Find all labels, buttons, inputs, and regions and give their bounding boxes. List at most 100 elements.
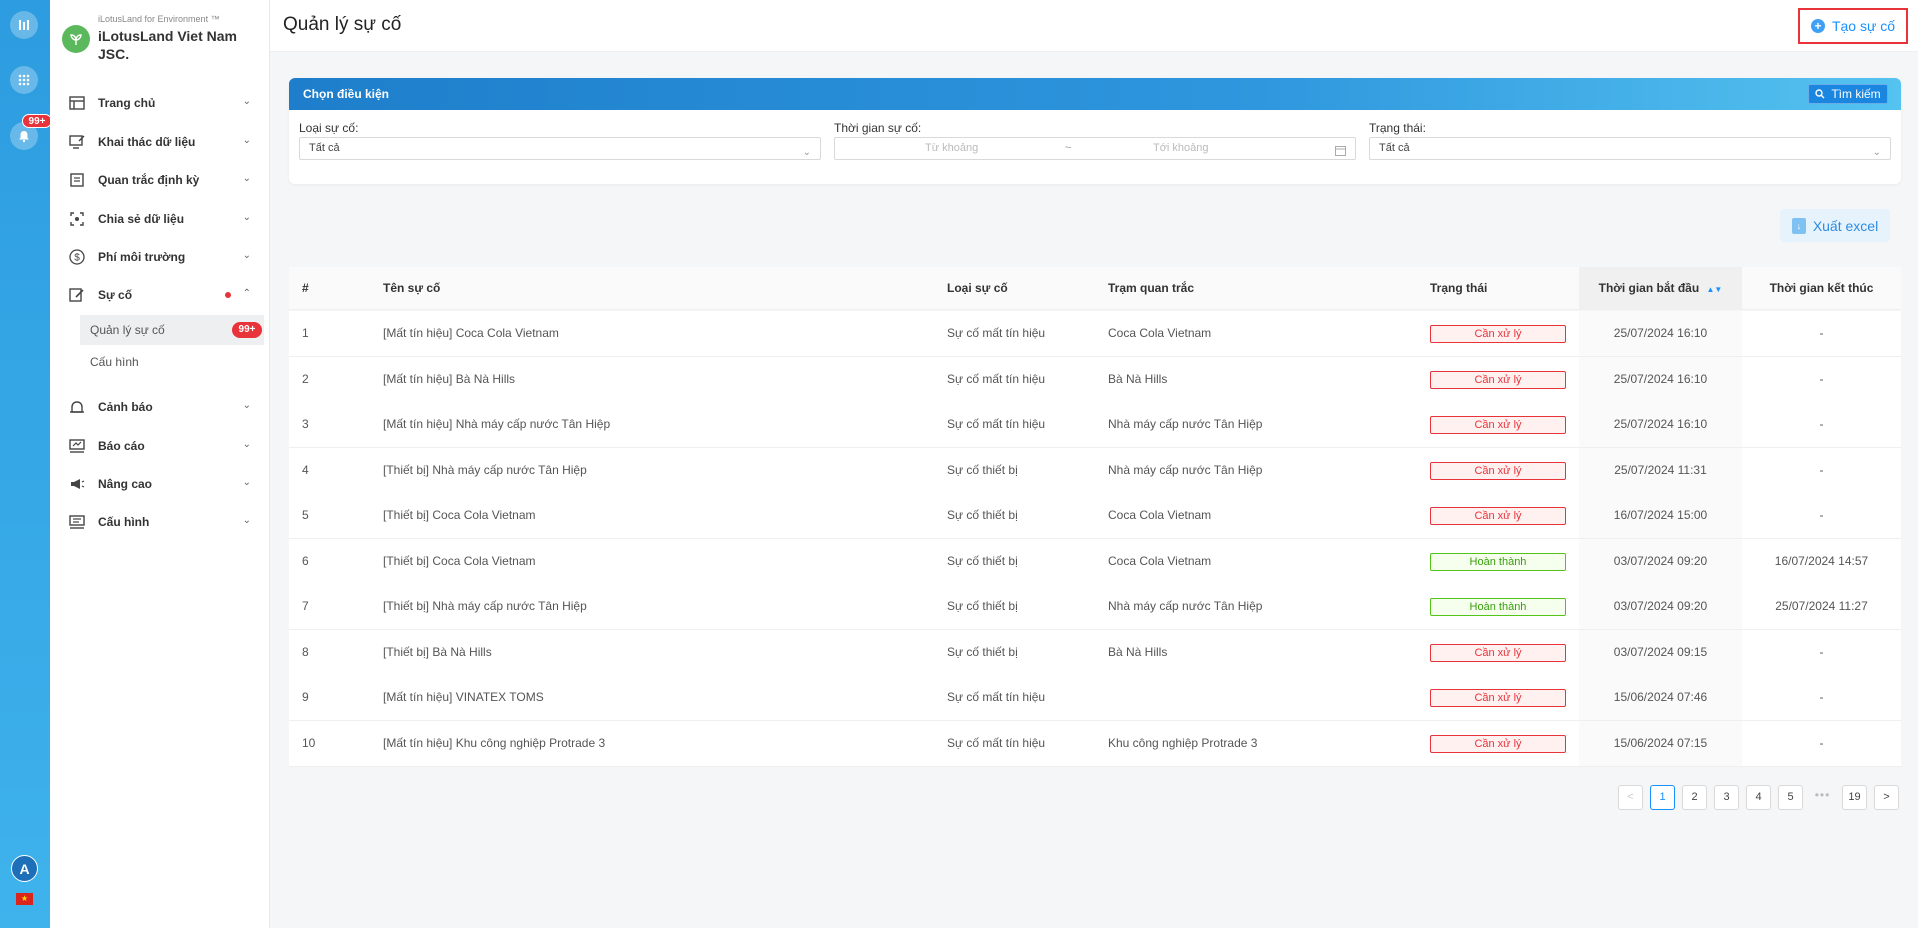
- pagination-page[interactable]: 5: [1778, 785, 1803, 810]
- chevron-down-icon: ⌄: [242, 135, 251, 146]
- filter-panel-header: Chọn điều kiện Tìm kiếm: [289, 78, 1901, 110]
- sidebar-item-home[interactable]: Trang chủ ⌄: [50, 85, 269, 121]
- pagination-page[interactable]: 19: [1842, 785, 1867, 810]
- chevron-down-icon: ⌄: [242, 173, 251, 184]
- cell-start-time: 03/07/2024 09:20: [1579, 538, 1742, 584]
- pagination-page[interactable]: 3: [1714, 785, 1739, 810]
- cell-end-time: 16/07/2024 14:57: [1774, 553, 1869, 568]
- sidebar-item-periodic-monitoring[interactable]: Quan trắc định kỳ ⌄: [50, 162, 269, 198]
- cell-incident-type: Sự cố thiết bị: [947, 599, 1018, 613]
- cell-end-time: -: [1819, 735, 1824, 750]
- status-badge: Cần xử lý: [1430, 734, 1566, 753]
- share-icon: [68, 210, 86, 228]
- sidebar-item-data-sharing[interactable]: Chia sẻ dữ liệu ⌄: [50, 201, 269, 237]
- cell-incident-type: Sự cố thiết bị: [947, 508, 1018, 522]
- table-row[interactable]: 3 [Mất tín hiệu] Nhà máy cấp nước Tân Hiệ…: [289, 402, 1901, 448]
- cell-status: Cần xử lý: [1430, 675, 1570, 720]
- create-incident-button[interactable]: + Tạo sự cố: [1798, 8, 1908, 44]
- cell-station: Bà Nà Hills: [1108, 644, 1168, 659]
- user-avatar[interactable]: A: [11, 855, 38, 882]
- cell-start-time: 16/07/2024 15:00: [1579, 493, 1742, 538]
- cell-start-time: 25/07/2024 11:31: [1579, 447, 1742, 493]
- status-badge: Hoàn thành: [1430, 598, 1566, 616]
- table-row[interactable]: 6 [Thiết bị] Coca Cola Vietnam Sự cố thiết…: [289, 538, 1901, 585]
- status-badge: Cần xử lý: [1430, 507, 1566, 525]
- table-row[interactable]: 10 [Mất tín hiệu] Khu công nghiệp Protrad…: [289, 720, 1901, 767]
- table-row[interactable]: 9 [Mất tín hiệu] VINATEX TOMS Sự cố mất tí…: [289, 675, 1901, 721]
- sidebar-subitem-incident-config[interactable]: Cấu hình: [80, 347, 264, 377]
- chevron-down-icon: ⌄: [242, 250, 251, 261]
- chevron-down-icon: ⌄: [1872, 147, 1881, 158]
- sidebar-item-environment-fee[interactable]: $ Phí môi trường ⌄: [50, 239, 269, 275]
- table-row[interactable]: 1 [Mất tín hiệu] Coca Cola Vietnam Sự cố m…: [289, 311, 1901, 357]
- search-button[interactable]: Tìm kiếm: [1808, 84, 1888, 104]
- sidebar-item-incidents[interactable]: Sự cố ⌃: [50, 277, 269, 313]
- pagination-page[interactable]: 1: [1650, 785, 1675, 810]
- incident-type-select[interactable]: Tất cả ⌄: [299, 137, 821, 160]
- sidebar-item-alerts[interactable]: Cảnh báo ⌄: [50, 389, 269, 425]
- cell-index: 1: [302, 326, 309, 340]
- cell-start-time: 03/07/2024 09:15: [1579, 629, 1742, 675]
- app-logo-icon[interactable]: [10, 11, 38, 39]
- cell-index: 6: [302, 553, 309, 568]
- status-badge: Cần xử lý: [1430, 325, 1566, 343]
- status-label: Trạng thái:: [1369, 121, 1426, 135]
- apps-grid-icon[interactable]: [10, 66, 38, 94]
- sidebar-item-label: Sự cố: [98, 288, 133, 302]
- brand-logo-icon: [62, 25, 90, 53]
- cell-index: 3: [302, 417, 309, 431]
- excel-file-icon: ↓: [1791, 217, 1806, 234]
- sidebar-item-label: Trang chủ: [98, 96, 156, 110]
- time-to-input[interactable]: Tới khoảng: [1153, 138, 1209, 159]
- cell-incident-type: Sự cố thiết bị: [947, 644, 1018, 659]
- status-badge: Cần xử lý: [1430, 643, 1566, 662]
- incident-type-value: Tất cả: [309, 142, 340, 154]
- column-header-status: Trạng thái: [1430, 281, 1488, 295]
- page-header: Quản lý sự cố + Tạo sự cố: [270, 0, 1918, 52]
- table-row[interactable]: 4 [Thiết bị] Nhà máy cấp nước Tân Hiệp Sự …: [289, 447, 1901, 494]
- sidebar-item-configuration[interactable]: Cấu hình ⌄: [50, 504, 269, 540]
- sidebar-item-reports[interactable]: Báo cáo ⌄: [50, 428, 269, 464]
- sidebar-item-label: Khai thác dữ liệu: [98, 135, 196, 149]
- cell-end-time: -: [1819, 690, 1824, 704]
- sidebar-item-label: Báo cáo: [98, 439, 145, 453]
- filter-title: Chọn điều kiện: [303, 87, 390, 101]
- cell-incident-type: Sự cố mất tín hiệu: [947, 417, 1046, 431]
- settings-monitor-icon: [68, 513, 86, 531]
- status-badge: Cần xử lý: [1430, 370, 1566, 389]
- incident-time-range-picker[interactable]: Từ khoảng ~ Tới khoảng: [834, 137, 1356, 160]
- sidebar-subitem-label: Cấu hình: [90, 355, 139, 369]
- alert-dot: [225, 292, 231, 298]
- pagination-page[interactable]: 2: [1682, 785, 1707, 810]
- time-from-input[interactable]: Từ khoảng: [925, 138, 978, 159]
- cell-start-time: 03/07/2024 09:20: [1579, 584, 1742, 629]
- cell-incident-type: Sự cố mất tín hiệu: [947, 326, 1046, 340]
- sidebar-subitem-incident-management[interactable]: Quản lý sự cố 99+: [80, 315, 264, 345]
- pagination-prev-button[interactable]: <: [1618, 785, 1643, 810]
- report-icon: [68, 437, 86, 455]
- edit-icon: [68, 286, 86, 304]
- pagination-next-button[interactable]: >: [1874, 785, 1899, 810]
- pagination-ellipsis[interactable]: •••: [1810, 785, 1835, 810]
- sidebar-item-data-mining[interactable]: Khai thác dữ liệu ⌄: [50, 124, 269, 160]
- cell-station: Nhà máy cấp nước Tân Hiệp: [1108, 599, 1263, 613]
- cell-index: 8: [302, 644, 309, 659]
- table-row[interactable]: 2 [Mất tín hiệu] Bà Nà Hills Sự cố mất tín…: [289, 356, 1901, 403]
- chevron-down-icon: ⌄: [242, 439, 251, 450]
- vietnam-flag-icon[interactable]: ★: [16, 893, 33, 905]
- export-excel-button[interactable]: ↓ Xuất excel: [1780, 209, 1890, 242]
- sidebar-item-advanced[interactable]: Nâng cao ⌄: [50, 466, 269, 502]
- pagination-page[interactable]: 4: [1746, 785, 1771, 810]
- monitor-icon: [68, 133, 86, 151]
- status-select[interactable]: Tất cả ⌄: [1369, 137, 1891, 160]
- column-header-start-time[interactable]: Thời gian bắt đầu ▲▼: [1579, 267, 1742, 310]
- cell-end-time: -: [1819, 417, 1824, 431]
- cell-status: Hoàn thành: [1430, 584, 1570, 629]
- sidebar-item-label: Phí môi trường: [98, 250, 186, 264]
- sort-icon: ▲▼: [1706, 285, 1723, 294]
- cell-status: Cần xử lý: [1430, 721, 1570, 766]
- table-row[interactable]: 5 [Thiết bị] Coca Cola Vietnam Sự cố thiết…: [289, 493, 1901, 539]
- table-row[interactable]: 7 [Thiết bị] Nhà máy cấp nước Tân Hiệp Sự …: [289, 584, 1901, 630]
- table-row[interactable]: 8 [Thiết bị] Bà Nà Hills Sự cố thiết bị Bà …: [289, 629, 1901, 676]
- sidebar: iLotusLand for Environment ™ iLotusLand …: [50, 0, 270, 928]
